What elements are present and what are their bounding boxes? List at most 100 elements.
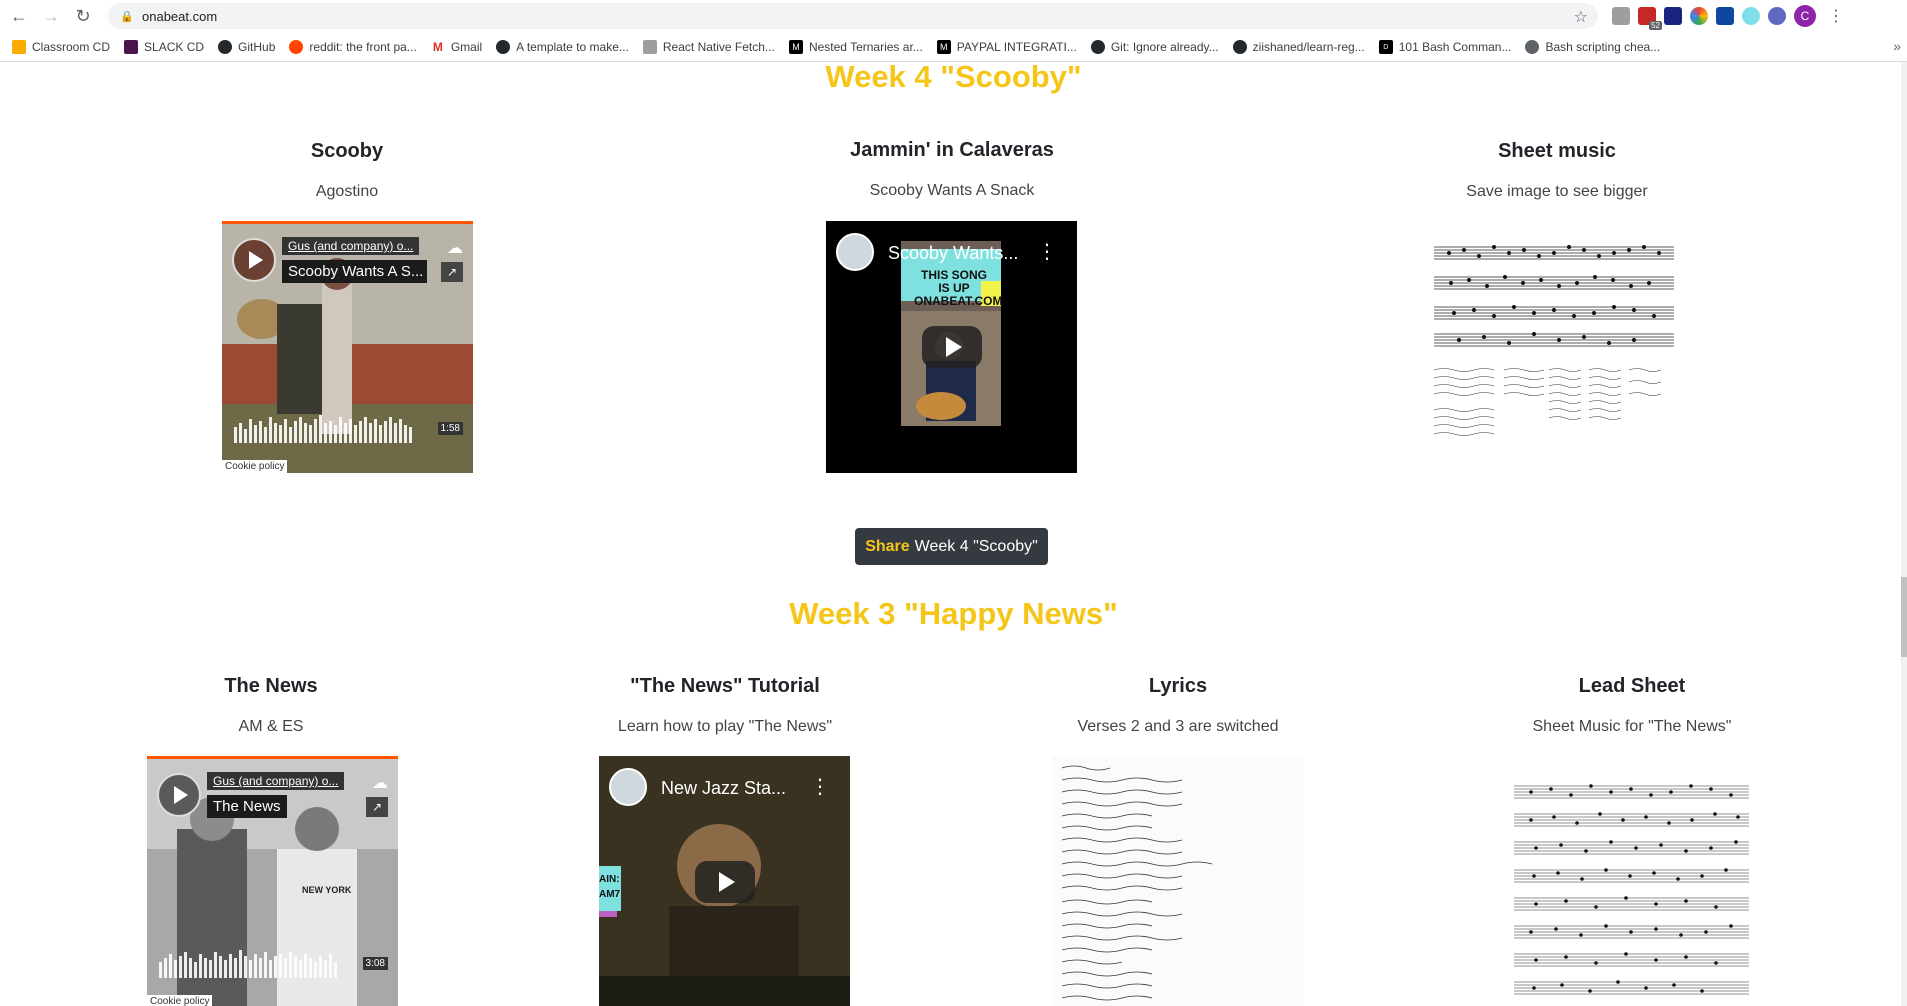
card-subtitle: Scooby Wants A Snack [869, 182, 1035, 199]
soundcloud-player[interactable]: NEW YORK Gus (and company) o... The News… [147, 756, 398, 1006]
youtube-player[interactable]: AIN: AM7 New Jazz Sta... ⋮ [599, 756, 850, 1006]
lead-sheet-drawing [1514, 784, 1749, 995]
bookmark-item[interactable]: M Nested Ternaries ar... [788, 40, 923, 54]
slack-icon [124, 40, 139, 54]
play-button[interactable] [921, 326, 982, 368]
more-options-icon[interactable]: ⋮ [1037, 239, 1057, 264]
soundcloud-logo-icon[interactable]: ☁ [447, 238, 463, 258]
medium-icon: M [788, 40, 803, 54]
card-subtitle: Verses 2 and 3 are switched [1077, 718, 1279, 735]
scrollbar-thumb[interactable] [1901, 577, 1907, 657]
waveform[interactable] [234, 413, 444, 443]
bookmark-item[interactable]: Classroom CD [12, 40, 110, 54]
share-week4-button[interactable]: Share Week 4 "Scooby" [855, 528, 1048, 565]
extension-badge-icon[interactable]: 52 [1638, 7, 1662, 30]
youtube-player[interactable]: THIS SONG IS UP ONABEAT.COM Scooby Wants.… [826, 221, 1077, 473]
page-icon [642, 40, 657, 54]
bookmark-item[interactable]: Git: Ignore already... [1090, 40, 1219, 54]
card-title: Scooby [310, 140, 384, 162]
bookmark-item[interactable]: A template to make... [496, 40, 629, 54]
card-subtitle: Learn how to play "The News" [617, 718, 833, 735]
handwritten-lyrics [1061, 765, 1213, 1001]
classroom-icon [12, 40, 26, 54]
cookie-policy-link[interactable]: Cookie policy [147, 995, 213, 1006]
card-jammin: Jammin' in Calaveras Scooby Wants A Snac… [802, 139, 1102, 200]
video-title[interactable]: New Jazz Sta... [661, 778, 821, 799]
bookmark-item[interactable]: D 101 Bash Comman... [1378, 40, 1511, 54]
bookmark-item[interactable]: M Gmail [430, 40, 482, 54]
artist-link[interactable]: Gus (and company) o... [282, 237, 420, 255]
card-lyrics: Lyrics Verses 2 and 3 are switched [1028, 675, 1328, 736]
profile-avatar[interactable]: C [1794, 5, 1816, 27]
bookmark-item[interactable]: GitHub [218, 40, 275, 54]
extension-icon[interactable] [1612, 7, 1630, 25]
gmail-icon: M [430, 40, 445, 54]
back-arrow-icon[interactable]: ← [6, 3, 32, 29]
check-extension-icon[interactable] [1768, 7, 1786, 25]
forward-arrow-icon[interactable]: → [38, 3, 64, 29]
cookie-policy-link[interactable]: Cookie policy [222, 460, 288, 473]
globe-icon [1525, 40, 1540, 54]
track-duration: 1:58 [437, 422, 463, 435]
video-title[interactable]: Scooby Wants... [888, 243, 1048, 264]
github-icon [496, 40, 511, 54]
bookmarks-overflow-icon[interactable]: » [1893, 38, 1901, 54]
share-target-label: Week 4 "Scooby" [914, 537, 1038, 555]
channel-avatar[interactable] [836, 233, 874, 271]
github-icon [1090, 40, 1105, 54]
bookmark-item[interactable]: ziishaned/learn-reg... [1232, 40, 1365, 54]
share-icon[interactable]: ↗ [441, 262, 463, 282]
card-subtitle: Save image to see bigger [1466, 183, 1648, 200]
bookmark-item[interactable]: SLACK CD [124, 40, 204, 54]
card-title: Jammin' in Calaveras [850, 139, 1054, 161]
bookmark-item[interactable]: reddit: the front pa... [289, 40, 417, 54]
github-icon [218, 40, 233, 54]
card-title: Sheet music [1498, 140, 1616, 162]
react-devtools-icon[interactable] [1742, 7, 1760, 25]
soundcloud-logo-icon[interactable]: ☁ [372, 773, 388, 793]
thumbnail-overlay-text: AIN: AM7 [599, 874, 621, 900]
color-picker-extension-icon[interactable] [1690, 7, 1708, 25]
play-button[interactable] [232, 238, 276, 282]
card-subtitle: Agostino [315, 183, 379, 200]
shirt-lettering: NEW YORK [302, 885, 352, 895]
extensions-area: 52 C ⋮ [1612, 4, 1844, 30]
sheet-music-image[interactable] [1429, 222, 1681, 474]
card-the-news: The News AM & ES [121, 675, 421, 736]
play-button[interactable] [157, 773, 201, 817]
medium-icon: M [936, 40, 951, 54]
share-icon[interactable]: ↗ [366, 797, 388, 817]
soundcloud-player[interactable]: Gus (and company) o... Scooby Wants A S.… [222, 221, 473, 473]
page-content: Week 4 "Scooby" Scooby Agostino Jammin' … [0, 62, 1907, 1006]
page-scrollbar[interactable] [1901, 62, 1907, 1006]
card-title: Lead Sheet [1578, 675, 1686, 697]
lyrics-image[interactable] [1052, 756, 1303, 1006]
artist-link[interactable]: Gus (and company) o... [207, 772, 345, 790]
more-options-icon[interactable]: ⋮ [810, 774, 830, 799]
sheet-music-drawing [1433, 245, 1674, 436]
card-title: The News [224, 675, 318, 697]
card-lead-sheet: Lead Sheet Sheet Music for "The News" [1482, 675, 1782, 736]
lock-icon[interactable]: 🔒 [120, 9, 134, 23]
track-title[interactable]: Scooby Wants A S... [282, 260, 427, 283]
waveform[interactable] [159, 948, 369, 978]
play-button[interactable] [694, 861, 755, 903]
address-bar[interactable]: 🔒 onabeat.com ☆ [108, 3, 1598, 29]
bookmark-item[interactable]: React Native Fetch... [642, 40, 775, 54]
track-title[interactable]: The News [207, 795, 287, 818]
week4-title: Week 4 "Scooby" [825, 62, 1082, 94]
card-title: "The News" Tutorial [630, 675, 820, 697]
lead-sheet-image[interactable] [1506, 756, 1757, 1006]
bookmark-star-icon[interactable]: ☆ [1574, 7, 1588, 27]
address-url[interactable]: onabeat.com [142, 9, 217, 24]
bookmark-item[interactable]: Bash scripting chea... [1525, 40, 1660, 54]
card-sheet-music: Sheet music Save image to see bigger [1407, 140, 1707, 201]
dev-icon: D [1378, 40, 1393, 54]
extension-icon[interactable] [1664, 7, 1682, 25]
extension-icon[interactable] [1716, 7, 1734, 25]
reload-icon[interactable]: ↻ [70, 3, 96, 29]
kebab-menu-icon[interactable]: ⋮ [1828, 6, 1844, 26]
channel-avatar[interactable] [609, 768, 647, 806]
bookmark-item[interactable]: M PAYPAL INTEGRATI... [936, 40, 1077, 54]
track-duration: 3:08 [362, 957, 388, 970]
